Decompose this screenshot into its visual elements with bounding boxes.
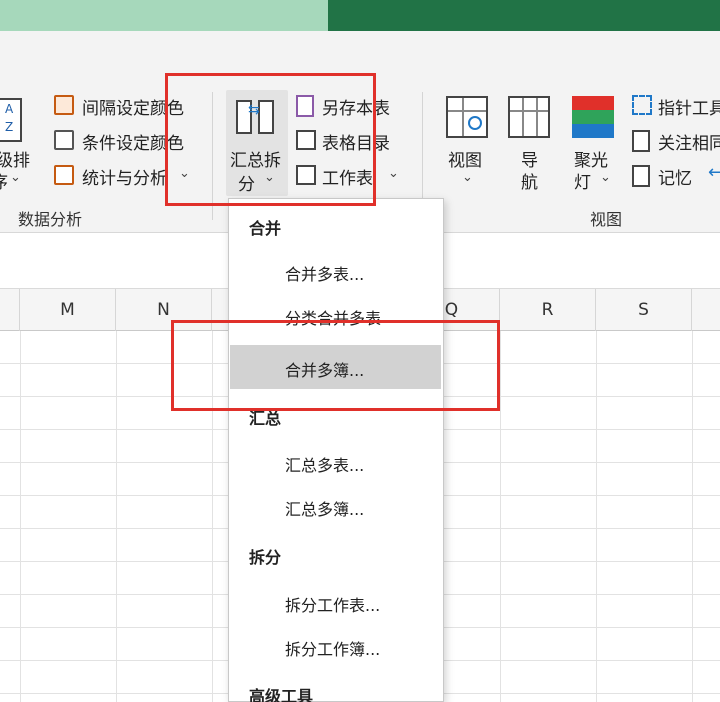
view-button[interactable]: 视图 ⌄: [442, 94, 492, 190]
advanced-sort-label-2: 序: [0, 168, 8, 193]
pointer-tool-label: 指针工具: [658, 99, 720, 119]
menu-section-split: 拆分: [249, 548, 282, 567]
spotlight-label-2: 灯: [574, 173, 591, 193]
view-label: 视图: [448, 151, 482, 171]
navigation-button[interactable]: 导 航: [506, 94, 554, 193]
focus-same-label: 关注相同: [658, 134, 720, 154]
sort-az-icon: A Z: [0, 98, 22, 142]
advanced-sort-button[interactable]: A Z 级排 序 ⌄: [0, 94, 30, 193]
focus-icon: [632, 130, 650, 152]
statistics-icon: [54, 165, 74, 185]
menu-section-merge: 合并: [249, 219, 282, 238]
column-header-partial[interactable]: [0, 289, 20, 331]
menu-item-summarize-workbooks[interactable]: 汇总多簿...: [285, 496, 364, 520]
grid-color-icon: [54, 95, 74, 115]
view-group-label: 视图: [590, 210, 623, 229]
summarize-split-menu: 合并 合并多表... 分类合并多表 合并多簿... 汇总 汇总多表... 汇总多…: [228, 198, 444, 702]
column-header[interactable]: M: [20, 289, 116, 331]
annotation-box-merge-workbooks: [171, 320, 500, 411]
statistics-analysis-label: 统计与分析: [82, 169, 167, 189]
memory-icon: [632, 165, 650, 187]
chevron-down-icon: ⌄: [462, 170, 473, 185]
menu-item-summarize-sheets[interactable]: 汇总多表...: [285, 452, 364, 476]
ribbon-top-gap: [0, 31, 720, 40]
pointer-tool-button[interactable]: 指针工具: [630, 94, 720, 119]
data-analysis-group-label: 数据分析: [18, 210, 83, 229]
chevron-down-icon: ⌄: [10, 170, 21, 185]
view-magnifier-icon: [446, 96, 488, 138]
grid-line: [500, 331, 501, 702]
focus-same-button[interactable]: 关注相同: [630, 129, 720, 154]
column-header[interactable]: R: [500, 289, 596, 331]
chevron-down-icon: ⌄: [388, 166, 399, 181]
menu-item-split-workbook[interactable]: 拆分工作簿...: [285, 636, 380, 660]
grid-line: [20, 331, 21, 702]
menu-section-advanced-tools: 高级工具: [249, 687, 314, 702]
grid-line: [692, 331, 693, 702]
grid-line: [596, 331, 597, 702]
navigation-label-2: 航: [521, 173, 538, 193]
column-header[interactable]: S: [596, 289, 692, 331]
menu-item-merge-sheets[interactable]: 合并多表...: [285, 261, 364, 285]
chevron-down-icon: ⌄: [600, 170, 611, 185]
sort-letter-a: A: [5, 102, 14, 116]
spotlight-icon: [572, 96, 614, 138]
memory-label: 记忆: [658, 169, 692, 189]
grid-line: [116, 331, 117, 702]
navigation-grid-icon: [508, 96, 550, 138]
pointer-icon: [632, 95, 652, 115]
active-title-tab[interactable]: [0, 0, 328, 31]
spotlight-button[interactable]: 聚光 灯 ⌄: [570, 94, 620, 193]
condition-grid-icon: [54, 130, 74, 150]
arrow-left-icon[interactable]: ←: [708, 162, 720, 183]
annotation-box-summarize-button: [165, 73, 376, 206]
memory-button[interactable]: 记忆 ←: [630, 162, 720, 189]
menu-item-split-sheet[interactable]: 拆分工作表...: [285, 592, 380, 616]
sort-letter-z: Z: [5, 120, 14, 134]
